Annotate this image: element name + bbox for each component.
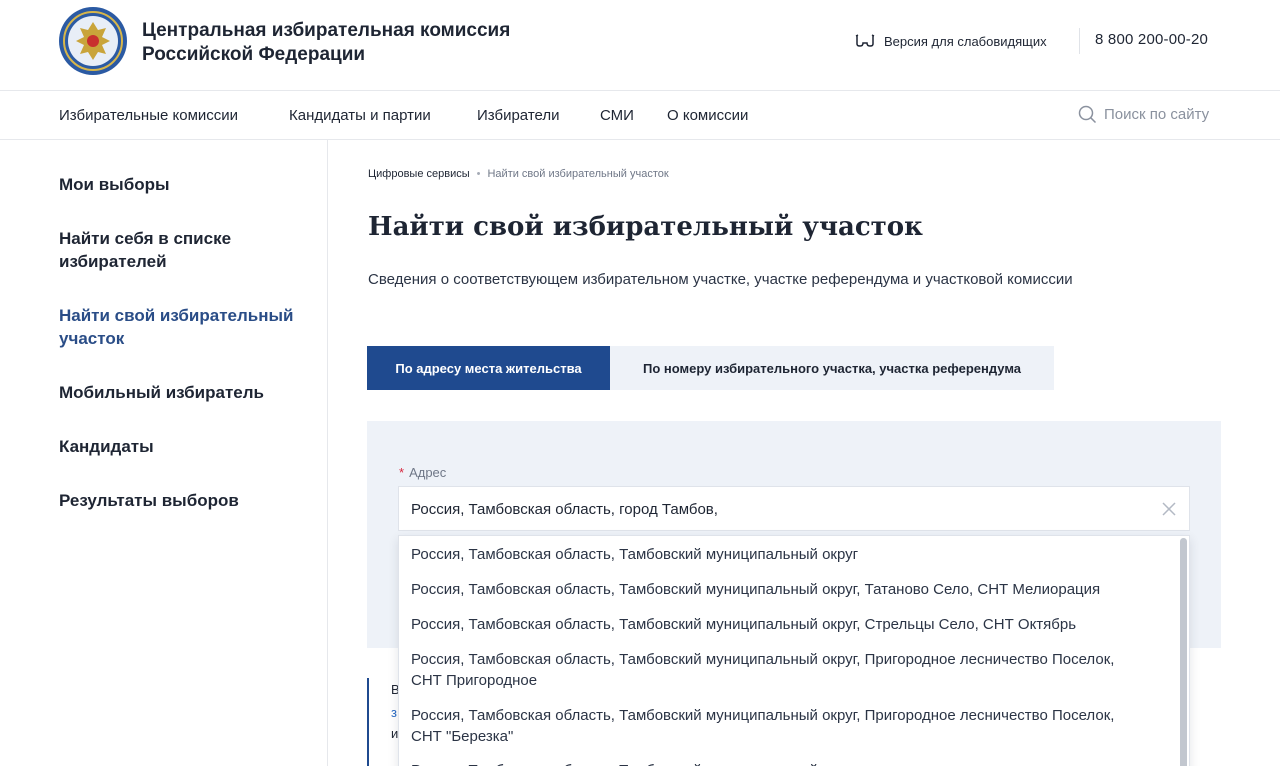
suggestion-item[interactable]: Россия, Тамбовская область, Тамбовский м… [411,614,1166,635]
tab-by-address[interactable]: По адресу места жительства [367,346,610,390]
breadcrumb-item-current: Найти свой избирательный участок [487,168,669,180]
org-name-line1: Центральная избирательная комиссия [142,20,511,41]
address-input[interactable]: Россия, Тамбовская область, город Тамбов… [398,486,1190,531]
sidebar-item-my-elections[interactable]: Мои выборы [59,173,309,196]
tab-by-station-number[interactable]: По номеру избирательного участка, участк… [610,346,1054,390]
nav-item-about[interactable]: О комиссии [667,107,748,124]
main-nav: Избирательные комиссии Кандидаты и парти… [0,91,1280,140]
low-vision-link[interactable]: Версия для слабовидящих [855,31,1047,51]
close-icon[interactable] [1159,499,1179,519]
page-subtitle: Сведения о соответствующем избирательном… [368,271,1073,288]
address-label: * Адрес [399,465,446,480]
nav-item-media[interactable]: СМИ [600,107,634,124]
address-input-value: Россия, Тамбовская область, город Тамбов… [411,501,718,518]
site-search[interactable]: Поиск по сайту [1078,105,1209,124]
address-suggestions: Россия, Тамбовская область, Тамбовский м… [398,535,1190,766]
nav-item-voters[interactable]: Избиратели [477,107,560,124]
org-name-line2: Российской Федерации [142,44,366,65]
low-vision-label: Версия для слабовидящих [884,33,1047,49]
suggestion-item[interactable]: Россия, Тамбовская область, Тамбовский м… [411,705,1131,747]
required-mark: * [399,465,405,480]
suggestion-item[interactable]: Россия, Тамбовская область, Тамбовский м… [411,544,1166,565]
header-divider [1079,28,1080,54]
search-icon [1078,105,1097,124]
sidebar-item-find-polling-station[interactable]: Найти свой избирательный участок [59,304,309,350]
emblem-logo[interactable] [58,6,128,76]
address-label-text: Адрес [409,465,447,480]
nav-item-commissions[interactable]: Избирательные комиссии [59,107,238,124]
glasses-icon [855,34,875,47]
breadcrumb-separator: • [476,168,481,180]
suggestion-item[interactable]: Россия, Тамбовская область, Тамбовский м… [411,579,1166,600]
search-placeholder: Поиск по сайту [1104,106,1210,123]
sidebar-item-mobile-voter[interactable]: Мобильный избиратель [59,381,309,404]
phone-number[interactable]: 8 800 200-00-20 [1095,31,1208,48]
breadcrumb-item-digital-services[interactable]: Цифровые сервисы [368,168,470,180]
search-mode-tabs: По адресу места жительства По номеру изб… [367,346,1054,390]
sidebar-item-find-in-voter-list[interactable]: Найти себя в списке избирателей [59,227,309,273]
suggestion-item[interactable]: Россия, Тамбовская область, Тамбовский м… [411,649,1131,691]
breadcrumb: Цифровые сервисы • Найти свой избиратель… [368,168,669,180]
suggestion-item-partial[interactable]: Россия, Тамбовская область, Тамбовский м… [411,760,1166,766]
sidebar-item-candidates[interactable]: Кандидаты [59,435,309,458]
dropdown-scrollbar[interactable] [1180,538,1187,766]
nav-item-candidates-parties[interactable]: Кандидаты и партии [289,107,431,124]
site-header: Центральная избирательная комиссия Росси… [0,0,1280,91]
sidebar: Мои выборы Найти себя в списке избирател… [0,140,328,766]
info-fragment: з [391,705,397,720]
sidebar-item-election-results[interactable]: Результаты выборов [59,489,309,512]
scrollbar-thumb[interactable] [1180,538,1187,766]
org-name[interactable]: Центральная избирательная комиссия Росси… [142,19,510,67]
page-title: Найти свой избирательный участок [368,212,923,242]
